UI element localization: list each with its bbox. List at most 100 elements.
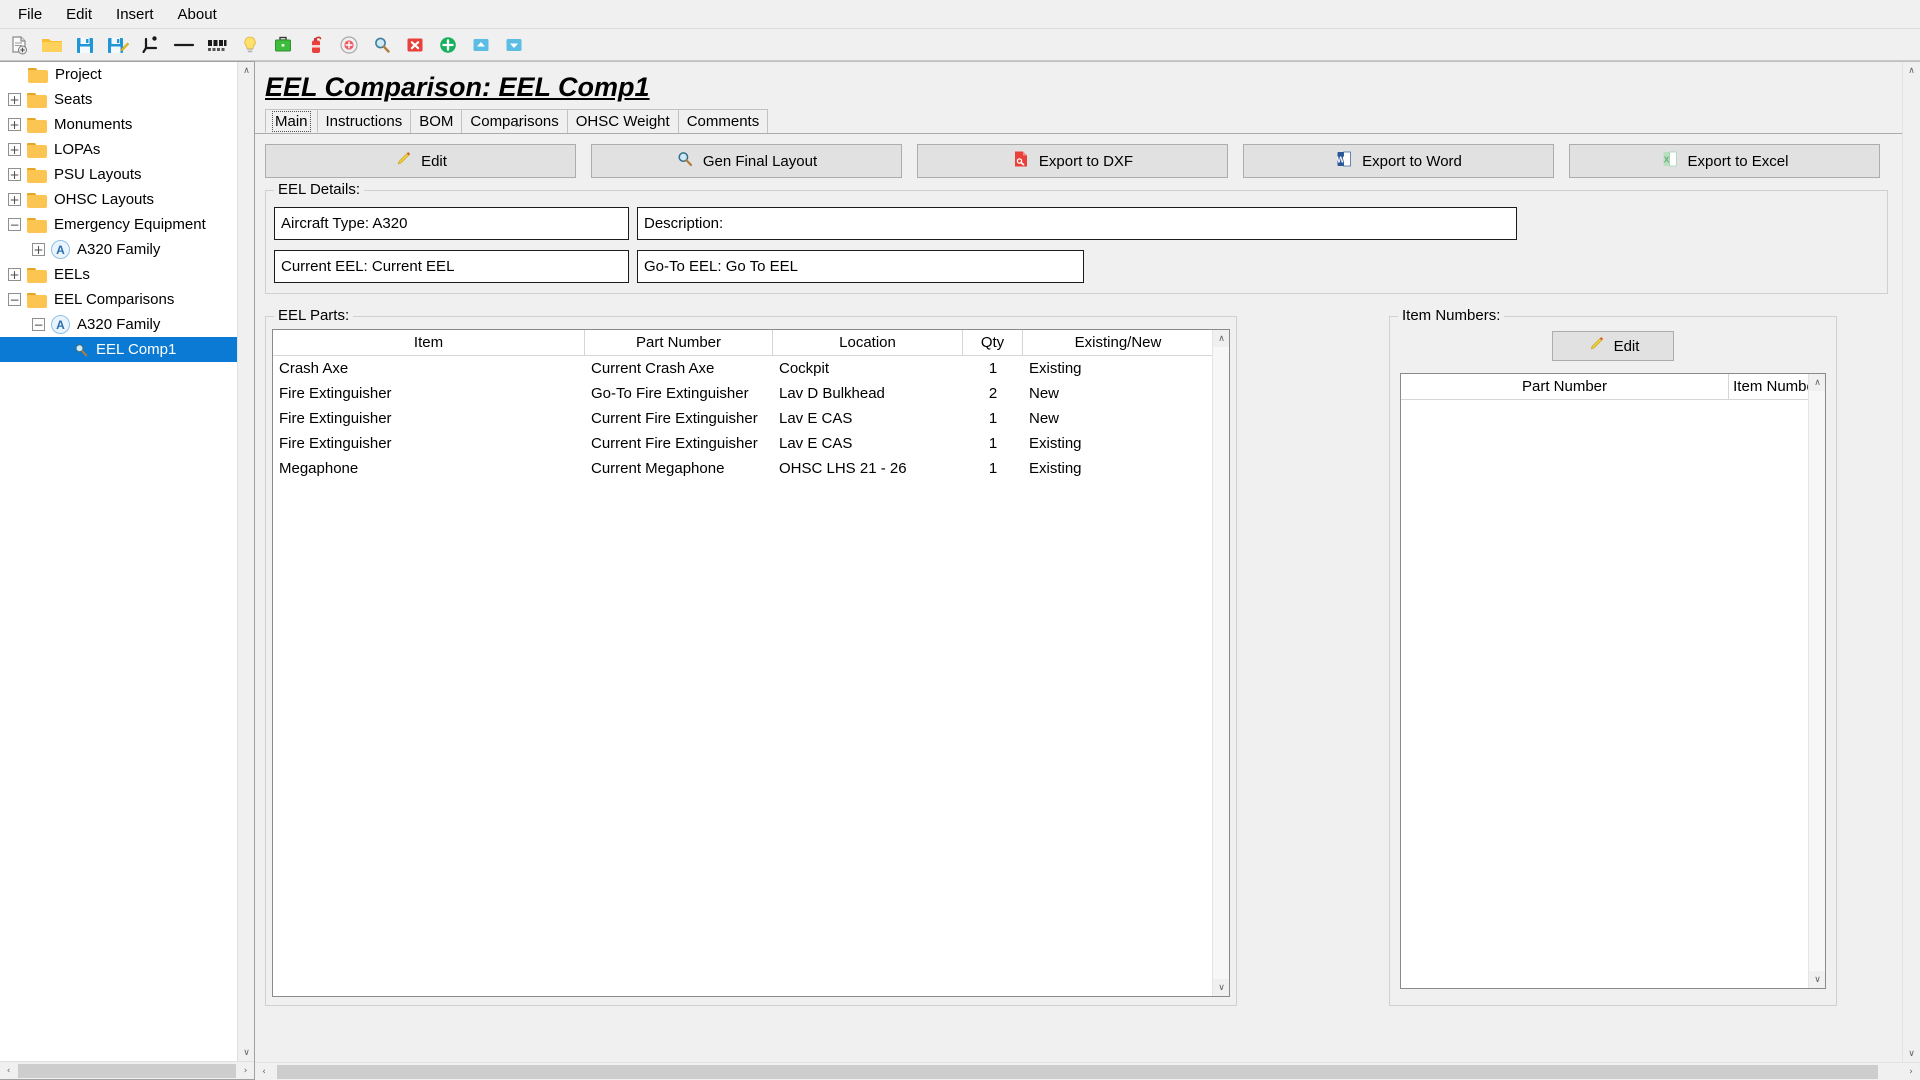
magnifier-icon[interactable] xyxy=(367,31,397,59)
tree-item-seats[interactable]: + Seats xyxy=(0,87,254,112)
scroll-up-icon[interactable]: ∧ xyxy=(1903,62,1920,79)
scroll-down-icon[interactable]: ∨ xyxy=(1809,971,1825,988)
expand-plus-icon[interactable]: + xyxy=(32,243,45,256)
table-row[interactable]: Fire Extinguisher Current Fire Extinguis… xyxy=(273,406,1229,431)
project-tree[interactable]: Project + Seats + Monuments + LOPAs + PS xyxy=(0,62,254,1061)
tree-item-project[interactable]: Project xyxy=(0,62,254,87)
briefcase-icon[interactable] xyxy=(268,31,298,59)
table-row[interactable]: Fire Extinguisher Go-To Fire Extinguishe… xyxy=(273,381,1229,406)
menu-item-insert[interactable]: Insert xyxy=(106,3,164,26)
up-icon[interactable] xyxy=(466,31,496,59)
column-header-existing-new[interactable]: Existing/New xyxy=(1023,330,1214,355)
export-to-dxf-button[interactable]: Export to DXF xyxy=(917,144,1228,178)
description-field[interactable]: Description: xyxy=(637,207,1517,240)
line-icon[interactable] xyxy=(169,31,199,59)
down-icon[interactable] xyxy=(499,31,529,59)
scroll-down-icon[interactable]: ∨ xyxy=(1213,979,1229,996)
column-header-item[interactable]: Item xyxy=(273,330,585,355)
item-numbers-list[interactable]: Part Number Item Number ∧ ∨ xyxy=(1400,373,1826,989)
tree-item-ohsc-layouts[interactable]: + OHSC Layouts xyxy=(0,187,254,212)
add-icon[interactable] xyxy=(433,31,463,59)
aircraft-icon: A xyxy=(51,240,70,259)
scroll-up-icon[interactable]: ∧ xyxy=(1809,374,1825,391)
table-row[interactable]: Fire Extinguisher Current Fire Extinguis… xyxy=(273,431,1229,456)
seat-row-icon[interactable] xyxy=(202,31,232,59)
tree-item-eels[interactable]: + EELs xyxy=(0,262,254,287)
expand-plus-icon[interactable]: + xyxy=(8,93,21,106)
expand-plus-icon[interactable]: + xyxy=(8,268,21,281)
column-header-qty[interactable]: Qty xyxy=(963,330,1023,355)
collapse-minus-icon[interactable]: − xyxy=(32,318,45,331)
target-icon[interactable] xyxy=(334,31,364,59)
current-eel-field[interactable]: Current EEL: Current EEL xyxy=(274,250,629,283)
button-label: Export to Excel xyxy=(1687,152,1789,170)
scroll-left-icon[interactable]: ‹ xyxy=(255,1062,273,1080)
scroll-down-icon[interactable]: ∨ xyxy=(238,1044,254,1061)
tree-item-eel-comp1[interactable]: EEL Comp1 xyxy=(0,337,254,362)
item-numbers-edit-button[interactable]: Edit xyxy=(1552,331,1674,361)
edit-button[interactable]: Edit xyxy=(265,144,576,178)
cell-item: Megaphone xyxy=(279,460,359,477)
content-horizontal-scrollbar[interactable]: ‹ › xyxy=(255,1062,1920,1080)
aircraft-type-field[interactable]: Aircraft Type: A320 xyxy=(274,207,629,240)
tab-main[interactable]: Main xyxy=(265,109,318,133)
scroll-right-icon[interactable]: › xyxy=(237,1062,254,1079)
scroll-up-icon[interactable]: ∧ xyxy=(238,62,254,79)
tree-horizontal-scrollbar[interactable]: ‹ › xyxy=(0,1061,254,1079)
tree-item-a320-family-comp[interactable]: − A A320 Family xyxy=(0,312,254,337)
tree-item-psu-layouts[interactable]: + PSU Layouts xyxy=(0,162,254,187)
collapse-minus-icon[interactable]: − xyxy=(8,218,21,231)
cell-qty: 2 xyxy=(988,385,998,402)
cell-qty: 1 xyxy=(988,435,998,452)
item-numbers-vertical-scrollbar[interactable]: ∧ ∨ xyxy=(1808,374,1825,988)
open-folder-icon[interactable] xyxy=(37,31,67,59)
scroll-down-icon[interactable]: ∨ xyxy=(1903,1045,1920,1062)
cell-location: Lav D Bulkhead xyxy=(779,385,885,402)
column-header-location[interactable]: Location xyxy=(773,330,963,355)
export-to-excel-button[interactable]: X Export to Excel xyxy=(1569,144,1880,178)
tree-item-lopas[interactable]: + LOPAs xyxy=(0,137,254,162)
expand-plus-icon[interactable]: + xyxy=(8,143,21,156)
table-row[interactable]: Megaphone Current Megaphone OHSC LHS 21 … xyxy=(273,456,1229,481)
tab-ohsc-weight[interactable]: OHSC Weight xyxy=(566,109,679,133)
scroll-thumb[interactable] xyxy=(18,1063,236,1078)
tree-vertical-scrollbar[interactable]: ∧ ∨ xyxy=(237,62,254,1061)
save-as-icon[interactable] xyxy=(103,31,133,59)
lightbulb-icon[interactable] xyxy=(235,31,265,59)
menu-item-edit[interactable]: Edit xyxy=(56,3,102,26)
content-vertical-scrollbar[interactable]: ∧ ∨ xyxy=(1902,62,1920,1062)
collapse-minus-icon[interactable]: − xyxy=(8,293,21,306)
column-header-part-number[interactable]: Part Number xyxy=(585,330,773,355)
menu-bar: File Edit Insert About xyxy=(0,0,1920,28)
gen-final-layout-button[interactable]: Gen Final Layout xyxy=(591,144,902,178)
eel-parts-list[interactable]: Item Part Number Location Qty Existing/N… xyxy=(272,329,1230,997)
expand-plus-icon[interactable]: + xyxy=(8,118,21,131)
column-header-part-number[interactable]: Part Number xyxy=(1401,374,1729,399)
menu-item-file[interactable]: File xyxy=(8,3,52,26)
delete-icon[interactable] xyxy=(400,31,430,59)
tab-bom[interactable]: BOM xyxy=(410,109,463,133)
collapse-caret-icon[interactable]: ⌃ xyxy=(513,122,523,136)
seat-icon[interactable] xyxy=(136,31,166,59)
goto-eel-field[interactable]: Go-To EEL: Go To EEL xyxy=(637,250,1084,283)
parts-vertical-scrollbar[interactable]: ∧ ∨ xyxy=(1212,330,1229,996)
expand-plus-icon[interactable]: + xyxy=(8,193,21,206)
tab-instructions[interactable]: Instructions xyxy=(316,109,412,133)
scroll-up-icon[interactable]: ∧ xyxy=(1213,330,1229,347)
tree-item-emergency-equipment[interactable]: − Emergency Equipment xyxy=(0,212,254,237)
tree-item-monuments[interactable]: + Monuments xyxy=(0,112,254,137)
tree-item-a320-family-ee[interactable]: + A A320 Family xyxy=(0,237,254,262)
tab-comments[interactable]: Comments xyxy=(677,109,769,133)
new-document-icon[interactable] xyxy=(4,31,34,59)
expand-plus-icon[interactable]: + xyxy=(8,168,21,181)
save-icon[interactable] xyxy=(70,31,100,59)
tree-item-eel-comparisons[interactable]: − EEL Comparisons xyxy=(0,287,254,312)
scroll-thumb[interactable] xyxy=(277,1064,1878,1079)
fire-extinguisher-icon[interactable] xyxy=(301,31,331,59)
scroll-track[interactable] xyxy=(273,1063,1902,1080)
menu-item-about[interactable]: About xyxy=(168,3,227,26)
scroll-left-icon[interactable]: ‹ xyxy=(0,1062,17,1079)
table-row[interactable]: Crash Axe Current Crash Axe Cockpit 1 Ex… xyxy=(273,356,1229,381)
scroll-right-icon[interactable]: › xyxy=(1902,1062,1920,1080)
export-to-word-button[interactable]: W Export to Word xyxy=(1243,144,1554,178)
